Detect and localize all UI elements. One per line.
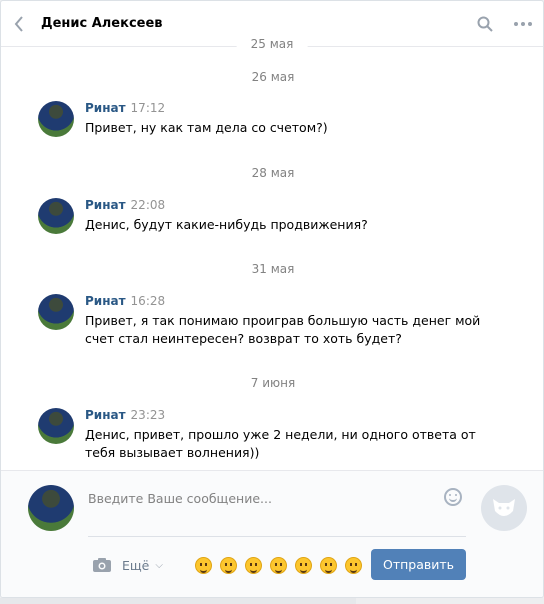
- smiling-emoji-icon[interactable]: [269, 556, 287, 574]
- message-text: Денис, будут какие-нибудь продвижения?: [85, 217, 368, 232]
- message-text: Привет, я так понимаю проиграв большую ч…: [85, 313, 481, 346]
- camera-icon[interactable]: [92, 557, 112, 573]
- message-input-placeholder: Введите Ваше сообщение...: [88, 491, 272, 506]
- chevron-left-icon: [14, 15, 23, 32]
- message-time: 17:12: [130, 101, 166, 115]
- avatar[interactable]: [38, 198, 74, 234]
- message-author[interactable]: Ринат: [85, 101, 126, 115]
- scrollbar[interactable]: [0, 598, 356, 604]
- chat-window: Денис Алексеев 25 мая 26 мая Ринат 17:12 …: [0, 0, 544, 598]
- search-icon[interactable]: [477, 16, 493, 32]
- date-separator: 28 мая: [251, 166, 295, 180]
- page-title[interactable]: Денис Алексеев: [41, 16, 163, 31]
- back-button[interactable]: [1, 1, 37, 47]
- send-button[interactable]: Отправить: [371, 549, 466, 580]
- avatar: [28, 485, 74, 531]
- quick-emoji-bar: [194, 556, 362, 574]
- dog-icon: [493, 499, 515, 516]
- message-text: Привет, ну как там дела со счетом?): [85, 120, 328, 135]
- grinning-emoji-icon[interactable]: [294, 556, 312, 574]
- message-time: 23:23: [130, 408, 166, 422]
- message-text: Денис, привет, прошло уже 2 недели, ни о…: [85, 427, 476, 460]
- message-composer: Введите Ваше сообщение... Ещё ⌵ Отправит…: [1, 470, 543, 597]
- scared-emoji-icon[interactable]: [244, 556, 262, 574]
- date-separator: 26 мая: [251, 70, 295, 84]
- avatar[interactable]: [481, 485, 527, 531]
- message-author[interactable]: Ринат: [85, 198, 126, 212]
- chevron-down-icon[interactable]: ⌵: [155, 560, 163, 571]
- laughing-emoji-icon[interactable]: [194, 556, 212, 574]
- date-separator: 7 июня: [250, 376, 296, 390]
- winking-emoji-icon[interactable]: [344, 556, 362, 574]
- message-input[interactable]: Введите Ваше сообщение...: [88, 485, 466, 537]
- emoji-picker-icon[interactable]: [444, 488, 462, 506]
- message-author[interactable]: Ринат: [85, 408, 126, 422]
- more-attachments-button[interactable]: Ещё: [122, 558, 149, 573]
- neutral-emoji-icon[interactable]: [319, 556, 337, 574]
- more-options-icon[interactable]: [513, 21, 533, 27]
- message-author[interactable]: Ринат: [85, 294, 126, 308]
- message-feed: 26 мая Ринат 17:12 Привет, ну как там дел…: [1, 48, 543, 470]
- avatar[interactable]: [38, 294, 74, 330]
- message-item: Ринат 23:23 Денис, привет, прошло уже 2 н…: [38, 408, 525, 462]
- message-item: Ринат 16:28 Привет, я так понимаю проигра…: [38, 294, 525, 348]
- avatar[interactable]: [38, 101, 74, 137]
- message-time: 22:08: [130, 198, 166, 212]
- date-separator: 31 мая: [251, 262, 295, 276]
- avatar[interactable]: [38, 408, 74, 444]
- message-time: 16:28: [130, 294, 166, 308]
- message-item: Ринат 17:12 Привет, ну как там дела со сч…: [38, 101, 525, 137]
- message-item: Ринат 22:08 Денис, будут какие-нибудь про…: [38, 198, 525, 234]
- tongue-emoji-icon[interactable]: [219, 556, 237, 574]
